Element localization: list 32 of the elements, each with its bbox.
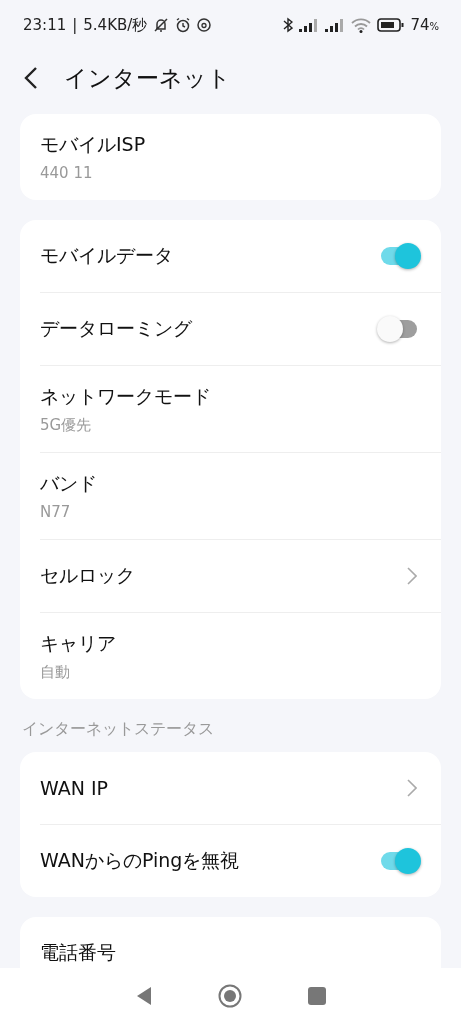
network-speed: 5.4KB/秒: [83, 15, 148, 35]
recents-nav-button[interactable]: [307, 987, 326, 1005]
wifi-icon: [351, 17, 372, 33]
setting-title: モバイルISP: [40, 132, 147, 157]
back-nav-button[interactable]: [135, 986, 152, 1006]
chevron-right-icon: [407, 779, 417, 797]
battery-level: 74%: [410, 16, 439, 34]
setting-title: WANからのPingを無視: [40, 848, 241, 873]
page-title: インターネット: [64, 63, 231, 93]
setting-title: 電話番号: [40, 940, 117, 965]
alarm-icon: [175, 17, 192, 33]
signal-icon: [325, 18, 346, 32]
bell-off-icon: [153, 17, 170, 33]
separator: |: [72, 16, 78, 34]
setting-title: WAN IP: [40, 777, 110, 799]
setting-title: キャリア: [40, 630, 117, 656]
battery-icon: [377, 18, 405, 32]
setting-value: 440 11: [40, 164, 94, 182]
setting-title: セルロック: [40, 563, 136, 588]
setting-value: 5G優先: [40, 415, 93, 435]
bluetooth-icon: [283, 17, 294, 33]
clock: 23:11: [23, 16, 67, 34]
section-heading: インターネットステータス: [22, 719, 215, 740]
setting-title: データローミング: [40, 316, 193, 341]
setting-title: バンド: [40, 471, 98, 496]
signal-icon: [299, 18, 320, 32]
home-nav-button[interactable]: [217, 984, 242, 1008]
setting-title: モバイルデータ: [40, 243, 174, 268]
setting-value: 自動: [40, 662, 71, 682]
setting-title: ネットワークモード: [40, 383, 212, 409]
setting-value: N77: [40, 503, 72, 521]
chevron-right-icon: [407, 567, 417, 585]
